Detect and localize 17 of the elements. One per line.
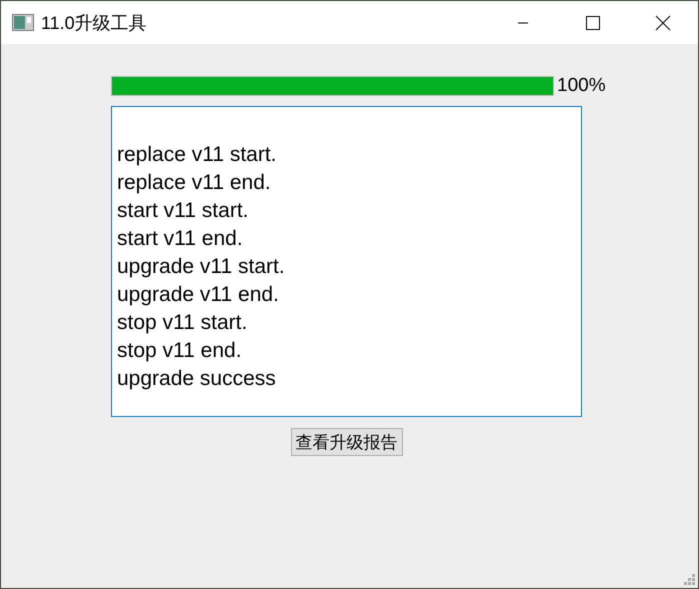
report-button[interactable]: 查看升级报告 — [290, 428, 402, 456]
log-line: replace v11 end. — [117, 170, 272, 196]
log-line: stop v11 start. — [117, 310, 248, 336]
log-line: replace v11 start. — [117, 142, 278, 168]
log-line: upgrade v11 start. — [117, 254, 286, 280]
resize-grip-icon[interactable] — [684, 574, 696, 586]
maximize-icon — [586, 16, 600, 30]
progress-reading: 100% — [557, 75, 606, 97]
log-box[interactable]: replace v11 start. replace v11 end. start v11 start. start v11 end. upgrade v11 start. upgrade v11 end. stop v11 start. stop v11 end. upgrade success — [111, 106, 582, 417]
app-icon — [12, 14, 34, 31]
log-line: start v11 start. — [117, 198, 250, 224]
window-title: 11.0升级工具 — [41, 12, 147, 34]
log-line: stop v11 end. — [117, 338, 243, 364]
log-line: start v11 end. — [117, 226, 244, 252]
log-line: upgrade v11 end. — [117, 282, 280, 308]
close-icon — [655, 14, 671, 30]
log-line: upgrade success — [117, 366, 277, 392]
